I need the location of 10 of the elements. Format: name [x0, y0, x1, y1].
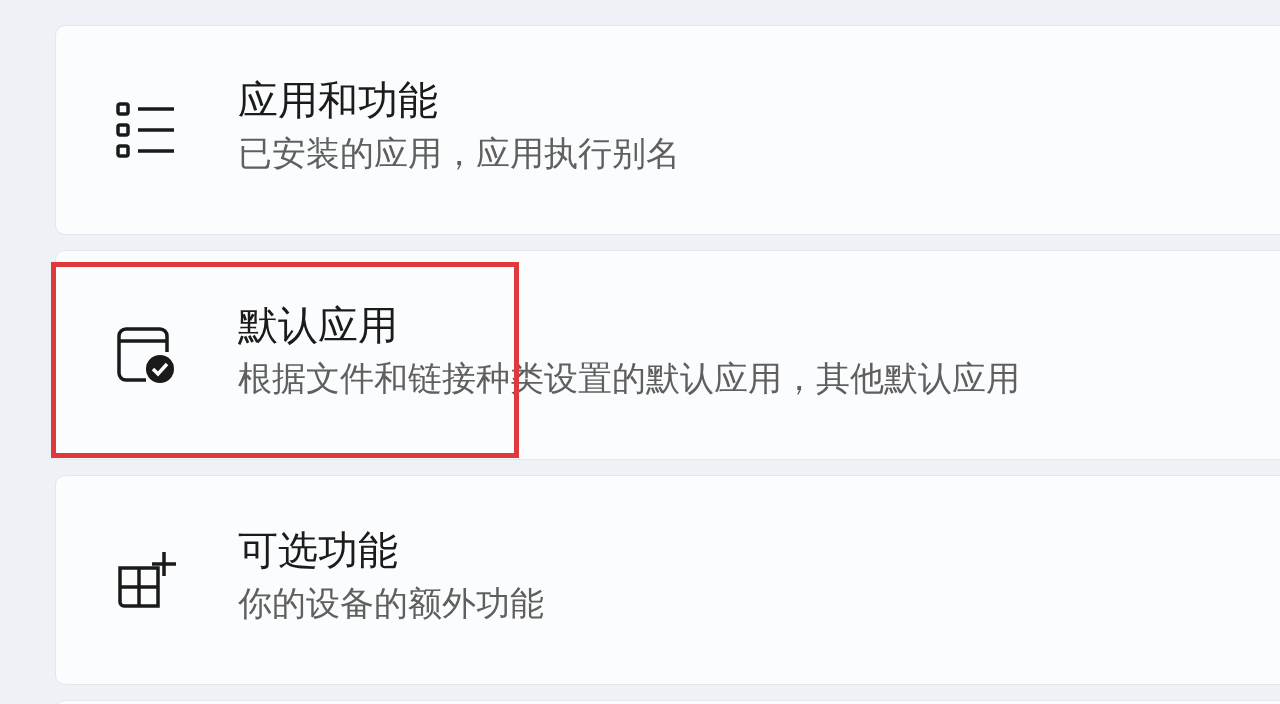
settings-card[interactable]: 可选功能 你的设备的额外功能 — [55, 475, 1280, 685]
card-subtitle: 你的设备的额外功能 — [238, 582, 544, 625]
card-title: 应用和功能 — [238, 76, 439, 125]
settings-card[interactable]: 应用和功能 已安装的应用，应用执行别名 — [55, 25, 1280, 235]
card-title: 默认应用 — [238, 301, 399, 350]
card-subtitle: 已安装的应用，应用执行别名 — [238, 132, 680, 175]
grid-plus-icon — [116, 550, 176, 610]
window-check-icon — [116, 326, 176, 384]
list-icon — [116, 102, 176, 158]
card-title: 可选功能 — [238, 526, 399, 575]
